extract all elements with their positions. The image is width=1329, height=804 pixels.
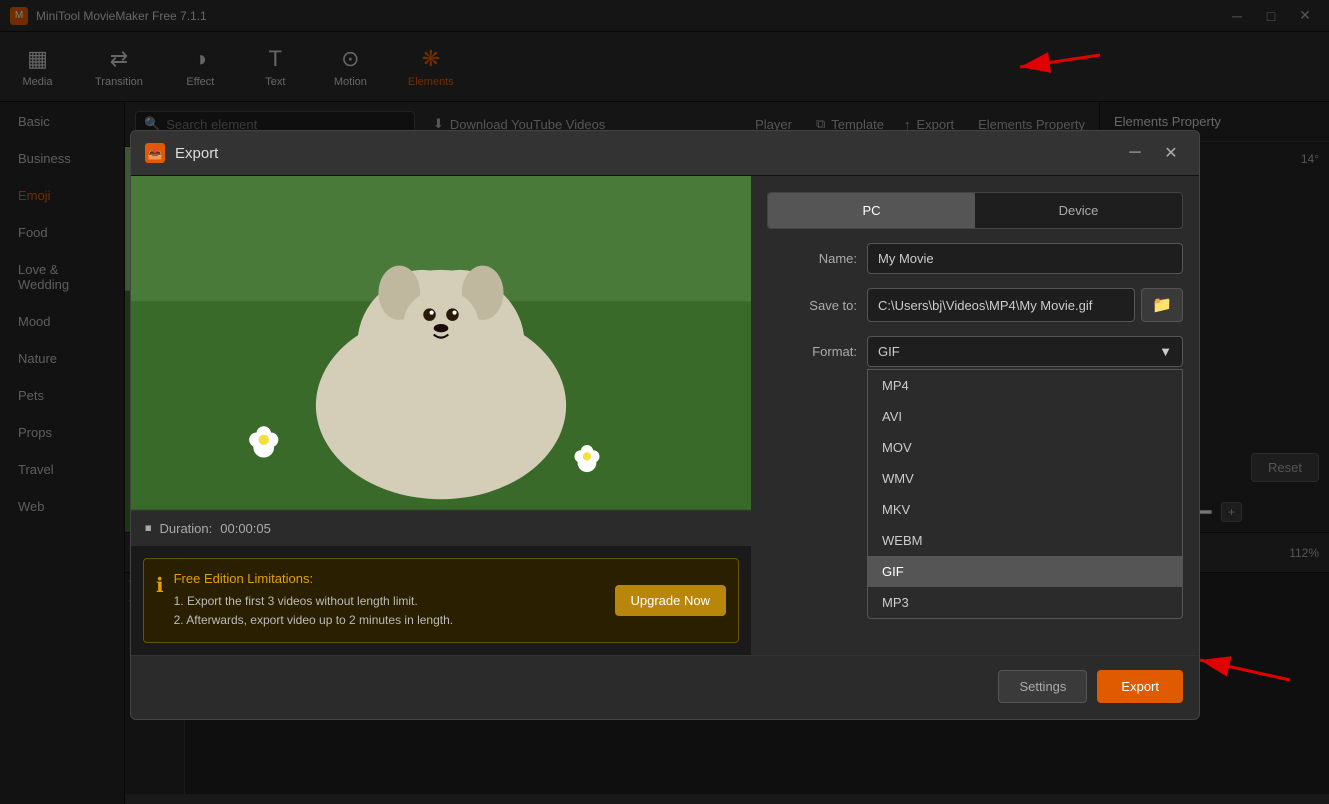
settings-button[interactable]: Settings xyxy=(998,670,1087,703)
format-option-mov[interactable]: MOV xyxy=(868,432,1182,463)
save-to-input[interactable] xyxy=(867,288,1135,322)
form-row-format: Format: GIF ▼ MP4 AVI MOV WMV MKV xyxy=(767,336,1183,367)
dialog-header: 📤 Export ─ ✕ xyxy=(131,131,1199,176)
tab-device[interactable]: Device xyxy=(975,193,1182,228)
duration-label: Duration: xyxy=(160,521,213,536)
dialog-warning-text: Free Edition Limitations: 1. Export the … xyxy=(174,571,605,630)
dialog-duration-bar: ⏹ Duration: 00:00:05 xyxy=(131,510,751,546)
format-option-mp3[interactable]: MP3 xyxy=(868,587,1182,618)
upgrade-button[interactable]: Upgrade Now xyxy=(615,585,727,616)
warning-title: Free Edition Limitations: xyxy=(174,571,605,586)
form-row-name: Name: xyxy=(767,243,1183,274)
tab-pc[interactable]: PC xyxy=(768,193,975,228)
dialog-title: Export xyxy=(175,145,218,162)
dropdown-arrow-icon: ▼ xyxy=(1159,344,1172,359)
dialog-icon: 📤 xyxy=(145,143,165,163)
dialog-warning: ℹ Free Edition Limitations: 1. Export th… xyxy=(143,558,739,643)
warning-content: 1. Export the first 3 videos without len… xyxy=(174,592,605,630)
format-option-gif[interactable]: GIF xyxy=(868,556,1182,587)
format-option-avi[interactable]: AVI xyxy=(868,401,1182,432)
dialog-preview xyxy=(131,176,751,510)
dialog-header-buttons: ─ ✕ xyxy=(1121,142,1185,164)
form-row-save: Save to: 📁 xyxy=(767,288,1183,322)
format-option-mkv[interactable]: MKV xyxy=(868,494,1182,525)
duration-icon: ⏹ xyxy=(145,520,152,536)
format-current-value: GIF xyxy=(878,344,900,359)
dialog-overlay: 📤 Export ─ ✕ xyxy=(0,0,1329,804)
dialog-preview-svg xyxy=(131,176,751,510)
format-select-display[interactable]: GIF ▼ xyxy=(867,336,1183,367)
format-label: Format: xyxy=(767,336,857,359)
save-to-label: Save to: xyxy=(767,298,857,313)
format-option-webm[interactable]: WEBM xyxy=(868,525,1182,556)
export-dialog: 📤 Export ─ ✕ xyxy=(130,130,1200,720)
name-label: Name: xyxy=(767,251,857,266)
duration-value: 00:00:05 xyxy=(220,521,271,536)
warning-icon: ℹ xyxy=(156,573,164,630)
export-button[interactable]: Export xyxy=(1097,670,1183,703)
dialog-left: ⏹ Duration: 00:00:05 ℹ Free Edition Limi… xyxy=(131,176,751,655)
dialog-footer: Settings Export xyxy=(131,655,1199,719)
dialog-close-button[interactable]: ✕ xyxy=(1157,142,1185,164)
dialog-minimize-button[interactable]: ─ xyxy=(1121,142,1149,164)
format-options-list: MP4 AVI MOV WMV MKV WEBM GIF MP3 xyxy=(867,369,1183,619)
dialog-body: ⏹ Duration: 00:00:05 ℹ Free Edition Limi… xyxy=(131,176,1199,655)
dialog-right: PC Device Name: Save to: 📁 xyxy=(751,176,1199,655)
folder-browse-button[interactable]: 📁 xyxy=(1141,288,1183,322)
name-input[interactable] xyxy=(867,243,1183,274)
format-option-wmv[interactable]: WMV xyxy=(868,463,1182,494)
save-to-input-group: 📁 xyxy=(867,288,1183,322)
format-option-mp4[interactable]: MP4 xyxy=(868,370,1182,401)
platform-tab-row: PC Device xyxy=(767,192,1183,229)
format-dropdown[interactable]: GIF ▼ MP4 AVI MOV WMV MKV WEBM GIF xyxy=(867,336,1183,367)
